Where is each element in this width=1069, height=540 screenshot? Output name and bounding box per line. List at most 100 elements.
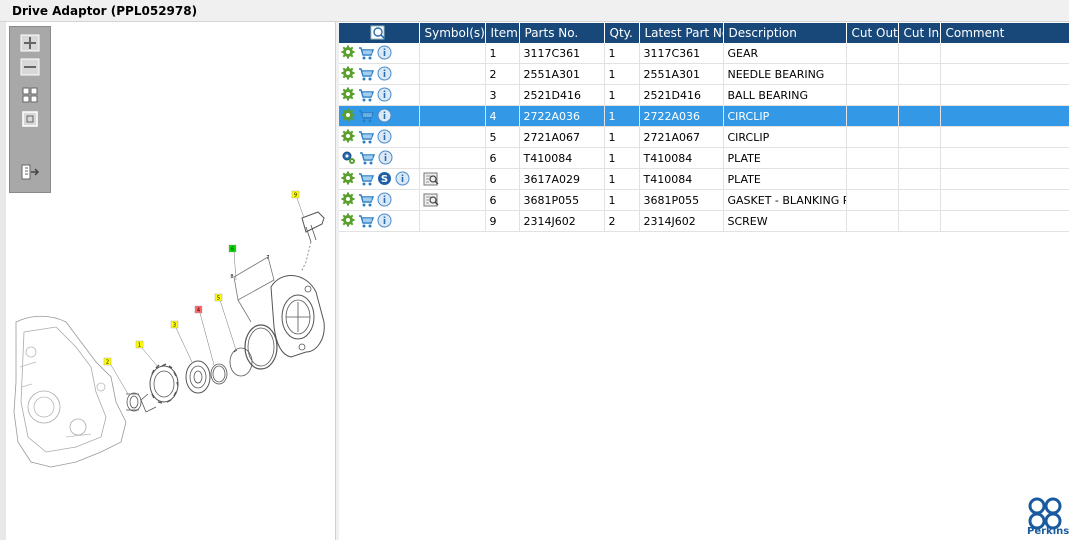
- row-description: PLATE: [723, 147, 847, 169]
- callout-2[interactable]: 2: [103, 357, 112, 366]
- add-to-cart-icon[interactable]: [358, 87, 374, 103]
- app-window: Drive Adaptor (PPL052978) 2 1 3 4 5 6 7 …: [0, 0, 1069, 540]
- column-header-actions[interactable]: [339, 23, 420, 43]
- row-actions-cell: S: [339, 168, 420, 190]
- info-icon[interactable]: [395, 171, 410, 187]
- row-comment: [940, 43, 1069, 64]
- info-icon[interactable]: [377, 213, 392, 229]
- table-row-8[interactable]: 6 3681P055 1 3681P055 GASKET - BLANKING …: [339, 189, 1069, 211]
- row-cut-in: [898, 43, 941, 64]
- row-description: CIRCLIP: [723, 105, 847, 127]
- table-row-2[interactable]: 2 2551A301 1 2551A301 NEEDLE BEARING: [339, 63, 1069, 85]
- table-row-3[interactable]: 3 2521D416 1 2521D416 BALL BEARING: [339, 84, 1069, 106]
- row-part-no: T410084: [519, 147, 605, 169]
- row-symbols-cell: [419, 168, 486, 190]
- row-symbols-cell: [419, 63, 486, 85]
- callout-5[interactable]: 5: [214, 293, 223, 302]
- column-header-cut-out[interactable]: Cut Out: [846, 23, 899, 43]
- row-latest-part-no: T410084: [639, 147, 724, 169]
- add-to-cart-icon[interactable]: [358, 192, 374, 208]
- table-header-row: Symbol(s) Item Parts No. Qty. Latest Par…: [339, 23, 1069, 43]
- callout-label-6: 6: [231, 247, 234, 253]
- fit-grid-icon: [22, 87, 38, 103]
- row-qty: 1: [604, 84, 640, 106]
- callout-label-8: 8: [230, 274, 233, 280]
- column-header-latest-part-no[interactable]: Latest Part No.: [639, 23, 724, 43]
- callout-9[interactable]: 9: [291, 190, 300, 199]
- gear-settings-selected-icon[interactable]: [341, 108, 355, 124]
- info-icon[interactable]: [377, 66, 392, 82]
- find-in-diagram-icon[interactable]: [370, 25, 388, 41]
- gear-settings-blue-icon[interactable]: [341, 150, 356, 166]
- actual-size-icon: [22, 111, 38, 127]
- info-icon[interactable]: [377, 45, 392, 61]
- column-header-description[interactable]: Description: [723, 23, 847, 43]
- table-row-1[interactable]: 1 3117C361 1 3117C361 GEAR: [339, 43, 1069, 64]
- add-to-cart-icon[interactable]: [358, 129, 374, 145]
- service-s-icon[interactable]: S: [377, 171, 392, 187]
- table-row-9[interactable]: 9 2314J602 2 2314J602 SCREW: [339, 210, 1069, 232]
- column-header-parts-no[interactable]: Parts No.: [519, 23, 605, 43]
- row-cut-out: [846, 84, 899, 106]
- table-row-4[interactable]: 4 2722A036 1 2722A036 CIRCLIP: [339, 105, 1069, 127]
- gear-settings-icon[interactable]: [341, 192, 355, 208]
- perkins-wordmark: Perkins: [1027, 526, 1069, 537]
- add-to-cart-icon[interactable]: [359, 150, 375, 166]
- column-header-qty[interactable]: Qty.: [604, 23, 640, 43]
- gear-settings-icon[interactable]: [341, 45, 355, 61]
- column-header-symbols[interactable]: Symbol(s): [419, 23, 486, 43]
- exploded-parts-diagram[interactable]: 2 1 3 4 5 6 7 8 9: [6, 22, 336, 540]
- row-item: 6: [485, 168, 520, 190]
- add-to-cart-icon[interactable]: [358, 213, 374, 229]
- column-header-cut-in[interactable]: Cut In: [898, 23, 941, 43]
- add-to-cart-icon[interactable]: [358, 45, 374, 61]
- info-icon[interactable]: [377, 192, 392, 208]
- gear-settings-icon[interactable]: [341, 129, 355, 145]
- table-row-6[interactable]: 6 T410084 1 T410084 PLATE: [339, 147, 1069, 169]
- fit-all-button[interactable]: [19, 85, 41, 105]
- callout-8[interactable]: 8: [230, 274, 233, 280]
- callout-7[interactable]: 7: [266, 255, 269, 261]
- gear-settings-icon[interactable]: [341, 87, 355, 103]
- row-actions-cell: [339, 126, 420, 148]
- table-row-5[interactable]: 5 2721A067 1 2721A067 CIRCLIP: [339, 126, 1069, 148]
- callout-3[interactable]: 3: [170, 320, 179, 329]
- row-part-no: 2314J602: [519, 210, 605, 232]
- zoom-in-button[interactable]: [19, 33, 41, 53]
- row-latest-part-no: 3681P055: [639, 189, 724, 211]
- gear-settings-icon[interactable]: [341, 213, 355, 229]
- row-description: SCREW: [723, 210, 847, 232]
- gear-settings-icon[interactable]: [341, 171, 355, 187]
- row-qty: 1: [604, 147, 640, 169]
- callout-6[interactable]: 6: [228, 244, 237, 253]
- zoom-out-button[interactable]: [19, 57, 41, 77]
- view-drawing-icon[interactable]: [423, 192, 439, 208]
- zoom-toolbar: [9, 26, 51, 193]
- info-icon[interactable]: [377, 108, 392, 124]
- export-button[interactable]: [19, 162, 41, 182]
- table-row-7[interactable]: S 6 3617A029 1 T410084 PLATE: [339, 168, 1069, 190]
- info-icon[interactable]: [378, 150, 393, 166]
- info-icon[interactable]: [377, 87, 392, 103]
- row-actions-cell: [339, 189, 420, 211]
- row-item: 4: [485, 105, 520, 127]
- row-actions-cell: [339, 84, 420, 106]
- add-to-cart-icon[interactable]: [358, 108, 374, 124]
- actual-size-button[interactable]: [19, 109, 41, 129]
- column-header-comment[interactable]: Comment: [940, 23, 1069, 43]
- row-symbols-cell: [419, 43, 486, 64]
- zoom-out-icon: [20, 58, 40, 76]
- callout-1[interactable]: 1: [135, 340, 144, 349]
- row-qty: 2: [604, 210, 640, 232]
- diagram-pane[interactable]: 2 1 3 4 5 6 7 8 9: [6, 22, 336, 540]
- callout-4[interactable]: 4: [194, 305, 203, 314]
- view-drawing-icon[interactable]: [423, 171, 439, 187]
- row-item: 9: [485, 210, 520, 232]
- zoom-in-icon: [20, 34, 40, 52]
- info-icon[interactable]: [377, 129, 392, 145]
- row-cut-in: [898, 210, 941, 232]
- add-to-cart-icon[interactable]: [358, 171, 374, 187]
- gear-settings-icon[interactable]: [341, 66, 355, 82]
- column-header-item[interactable]: Item: [485, 23, 520, 43]
- add-to-cart-icon[interactable]: [358, 66, 374, 82]
